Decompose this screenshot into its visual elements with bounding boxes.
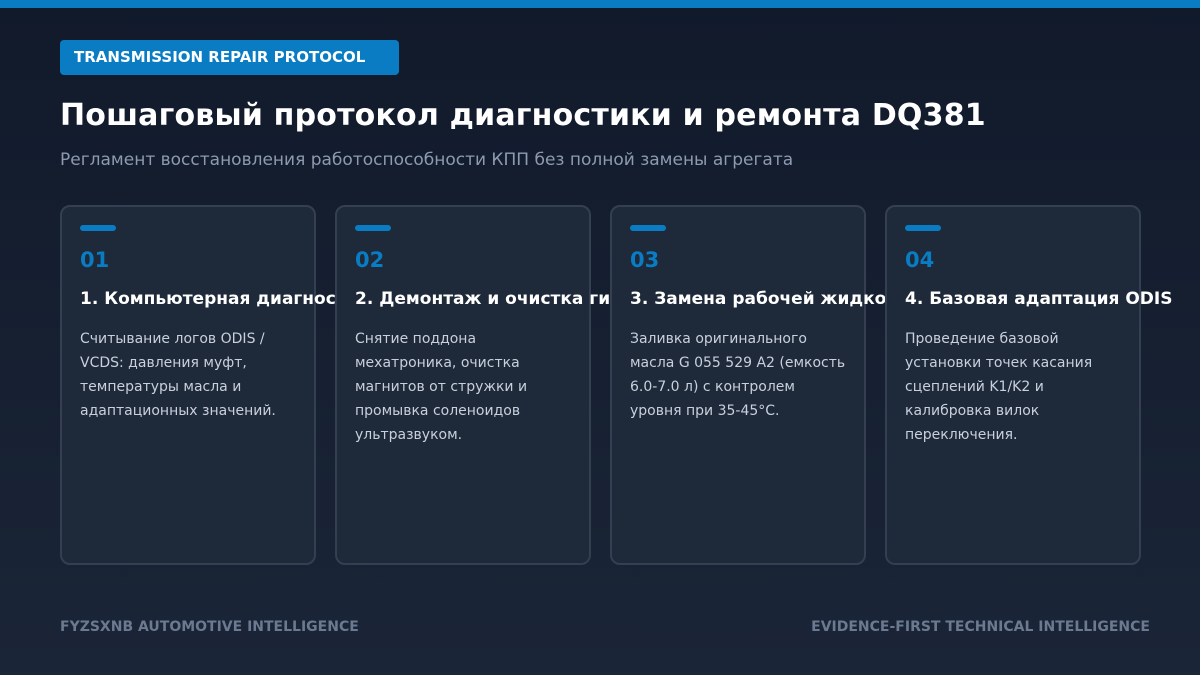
step-number: 01 — [80, 248, 110, 272]
section-tag: TRANSMISSION REPAIR PROTOCOL — [60, 40, 399, 75]
card-accent-bar — [905, 225, 941, 231]
page-title: Пошаговый протокол диагностики и ремонта… — [60, 98, 986, 133]
card-accent-bar — [80, 225, 116, 231]
step-card-4: 04 4. Базовая адаптация ODIS Проведение … — [885, 205, 1172, 565]
footer-brand: FYZSXNB AUTOMOTIVE INTELLIGENCE — [60, 619, 359, 635]
step-title: 3. Замена рабочей жидкости — [630, 289, 919, 309]
step-card-1: 01 1. Компьютерная диагностика Считывани… — [60, 205, 381, 565]
top-accent-bar — [0, 0, 1200, 8]
step-description: Считывание логов ODIS / VCDS: давления м… — [80, 331, 276, 419]
card-accent-bar — [355, 225, 391, 231]
step-card-2: 02 2. Демонтаж и очистка гидроблока Снят… — [335, 205, 707, 565]
step-title: 4. Базовая адаптация ODIS — [905, 289, 1173, 309]
footer-tagline: EVIDENCE-FIRST TECHNICAL INTELLIGENCE — [811, 619, 1150, 635]
step-description: Проведение базовой установки точек касан… — [905, 331, 1093, 443]
step-description: Заливка оригинального масла G 055 529 A2… — [630, 331, 846, 419]
page-subtitle: Регламент восстановления работоспособнос… — [60, 150, 794, 170]
step-description: Снятие поддона мехатроника, очистка магн… — [355, 331, 528, 443]
step-number: 02 — [355, 248, 385, 272]
step-number: 04 — [905, 248, 935, 272]
step-number: 03 — [630, 248, 660, 272]
step-card-3: 03 3. Замена рабочей жидкости Заливка ор… — [610, 205, 918, 565]
card-accent-bar — [630, 225, 666, 231]
